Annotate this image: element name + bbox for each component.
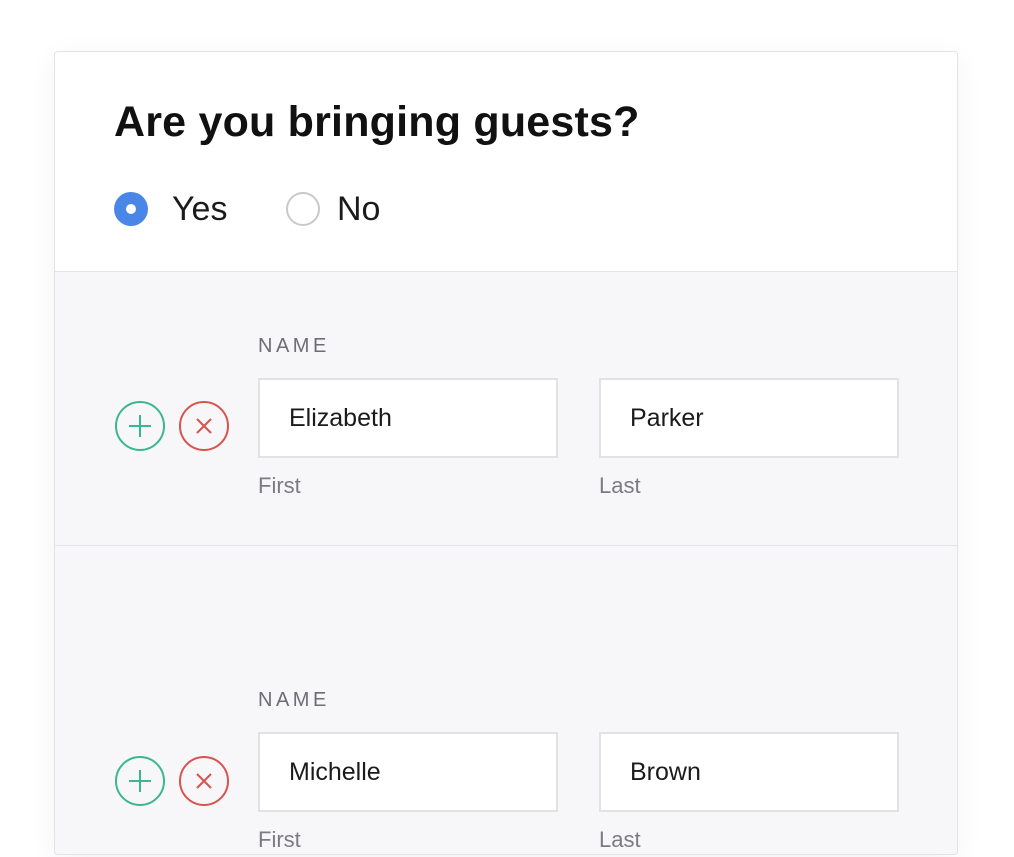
first-name-input[interactable] xyxy=(258,732,558,812)
first-name-input[interactable] xyxy=(258,378,558,458)
plus-icon xyxy=(129,415,151,437)
question-section: Are you bringing guests? Yes No xyxy=(55,52,957,272)
name-section-label: NAME xyxy=(258,689,330,711)
guest-form-card: Are you bringing guests? Yes No NAME Fir xyxy=(54,51,958,855)
close-icon xyxy=(196,773,212,789)
last-name-input[interactable] xyxy=(599,378,899,458)
radio-option-yes[interactable]: Yes xyxy=(114,187,227,231)
name-section-label: NAME xyxy=(258,335,330,357)
guest-row: NAME First Last xyxy=(55,272,957,546)
last-name-caption: Last xyxy=(599,827,641,852)
radio-label-no: No xyxy=(337,189,381,228)
question-title: Are you bringing guests? xyxy=(114,98,640,146)
close-icon xyxy=(196,418,212,434)
plus-icon xyxy=(129,770,151,792)
add-guest-button[interactable] xyxy=(115,756,165,806)
remove-guest-button[interactable] xyxy=(179,401,229,451)
radio-label-yes: Yes xyxy=(172,189,228,228)
last-name-input[interactable] xyxy=(599,732,899,812)
add-guest-button[interactable] xyxy=(115,401,165,451)
last-name-caption: Last xyxy=(599,473,641,498)
first-name-caption: First xyxy=(258,827,301,852)
guest-row: NAME First Last xyxy=(55,546,957,854)
radio-option-no[interactable]: No xyxy=(286,187,380,231)
radio-unchecked-icon[interactable] xyxy=(286,192,320,226)
first-name-caption: First xyxy=(258,473,301,498)
remove-guest-button[interactable] xyxy=(179,756,229,806)
radio-checked-icon[interactable] xyxy=(114,192,148,226)
